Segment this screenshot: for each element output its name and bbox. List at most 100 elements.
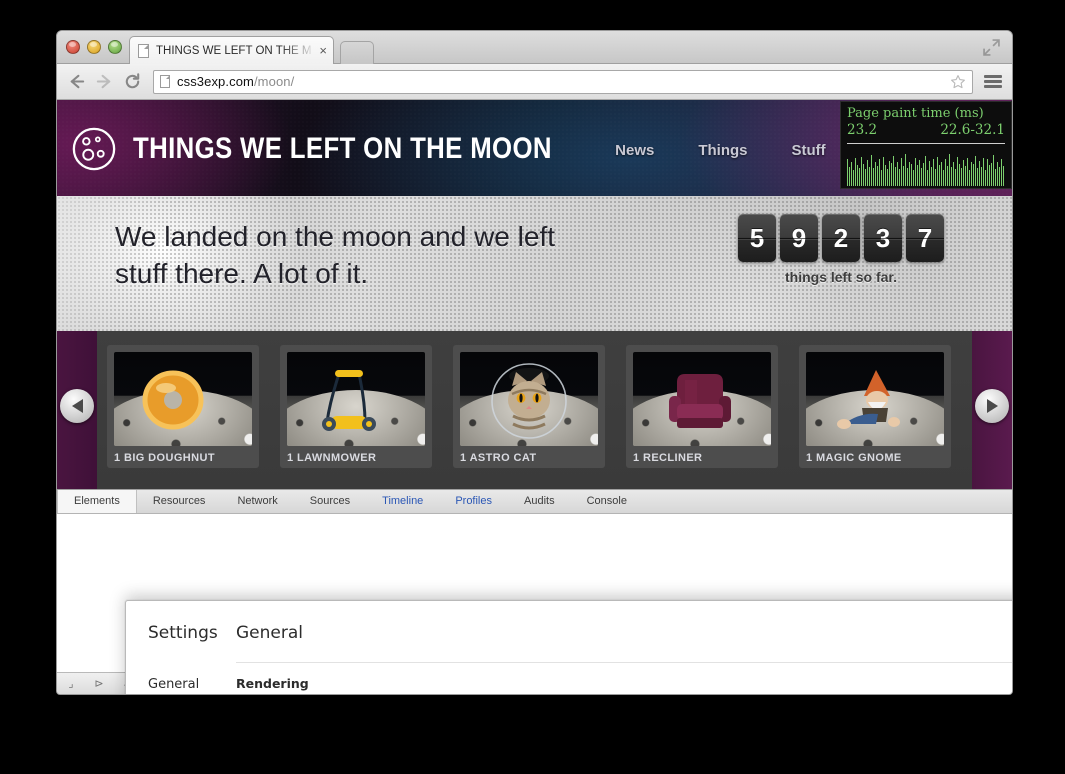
paint-bar	[939, 164, 940, 186]
paint-bar	[923, 162, 924, 186]
paint-bar	[993, 155, 994, 186]
settings-section-title: Rendering	[236, 676, 309, 691]
desktop-background: THINGS WE LEFT ON THE M × css3exp.com/mo…	[0, 0, 1065, 774]
nav-item-news[interactable]: News	[615, 142, 654, 159]
paint-bar	[907, 168, 908, 186]
paint-bar	[931, 166, 932, 186]
paint-bar	[857, 165, 858, 186]
devtools-tab-network[interactable]: Network	[221, 490, 293, 513]
paint-bar	[865, 169, 866, 186]
moon-logo-icon	[72, 127, 116, 171]
paint-bar	[877, 165, 878, 186]
paint-bar	[991, 162, 992, 186]
counter-digit-3: 3	[864, 214, 902, 262]
page-info-icon	[160, 75, 170, 88]
paint-bar	[955, 169, 956, 186]
paint-bar	[937, 156, 938, 186]
hero-section: We landed on the moon and we left stuff …	[57, 196, 1012, 331]
counter-digit-0: 5	[738, 214, 776, 262]
chevron-right-icon	[986, 399, 998, 413]
dock-toggle-icon[interactable]: ⌟	[57, 677, 85, 690]
paint-bar	[987, 159, 988, 186]
browser-menu-icon[interactable]	[984, 73, 1002, 91]
devtools-tab-audits[interactable]: Audits	[508, 490, 571, 513]
settings-title: Settings	[148, 623, 218, 643]
reload-icon[interactable]	[123, 72, 142, 91]
paint-bar	[941, 162, 942, 186]
item-card[interactable]: 1 BIG DOUGHNUT	[107, 345, 259, 468]
bookmark-star-icon[interactable]	[950, 74, 966, 90]
maximize-window-button[interactable]	[108, 40, 122, 54]
forward-icon[interactable]	[95, 72, 114, 91]
close-icon[interactable]: ×	[319, 43, 327, 58]
paint-bar	[943, 170, 944, 186]
devtools-tab-console[interactable]: Console	[571, 490, 643, 513]
item-card[interactable]: 1 ASTRO CAT	[453, 345, 605, 468]
item-label: 1 RECLINER	[633, 452, 703, 464]
paint-bar	[893, 156, 894, 186]
carousel-next-button[interactable]	[975, 389, 1009, 423]
paint-bar	[953, 161, 954, 186]
paint-bar	[985, 169, 986, 186]
paint-bar	[975, 156, 976, 186]
hero-headline: We landed on the moon and we left stuff …	[115, 221, 556, 289]
paint-bar	[873, 167, 874, 186]
site-brand[interactable]: THINGS WE LEFT ON THE MOON	[71, 126, 620, 172]
browser-tab-title: THINGS WE LEFT ON THE M	[156, 44, 312, 57]
item-thumbnail	[806, 352, 944, 446]
browser-tab-strip: THINGS WE LEFT ON THE M ×	[57, 31, 1012, 64]
paint-overlay-divider	[847, 143, 1005, 144]
item-thumbnail	[114, 352, 252, 446]
paint-bar	[861, 156, 862, 186]
counter-label: things left so far.	[784, 269, 897, 285]
paint-bar	[917, 165, 918, 186]
paint-bar	[999, 167, 1000, 186]
item-thumbnail	[460, 352, 598, 446]
paint-bar	[879, 159, 880, 186]
paint-bar	[915, 157, 916, 186]
settings-panel-title: General	[236, 623, 1012, 663]
devtools-tab-elements[interactable]: Elements	[57, 490, 137, 513]
devtools-tab-timeline[interactable]: Timeline	[366, 490, 439, 513]
console-toggle-icon[interactable]: ⊳	[85, 677, 113, 690]
nav-item-stuff[interactable]: Stuff	[792, 142, 826, 159]
paint-bar	[871, 154, 872, 186]
paint-range-value: 22.6-32.1	[940, 122, 1005, 138]
paint-bar	[997, 161, 998, 186]
paint-bar	[887, 168, 888, 186]
item-card[interactable]: 1 LAWNMOWER	[280, 345, 432, 468]
paint-bar	[849, 167, 850, 186]
devtools-tab-sources[interactable]: Sources	[294, 490, 366, 513]
nav-item-things[interactable]: Things	[698, 142, 747, 159]
address-bar[interactable]: css3exp.com/moon/	[153, 69, 973, 94]
paint-bar	[913, 170, 914, 186]
item-card[interactable]: 1 MAGIC GNOME	[799, 345, 951, 468]
counter-digit-1: 9	[780, 214, 818, 262]
site-title: THINGS WE LEFT ON THE MOON	[133, 132, 552, 165]
paint-bar	[889, 160, 890, 186]
new-tab-button[interactable]	[340, 41, 374, 64]
browser-tab[interactable]: THINGS WE LEFT ON THE M ×	[129, 36, 334, 64]
item-thumbnail	[287, 352, 425, 446]
minimize-window-button[interactable]	[87, 40, 101, 54]
settings-nav-general[interactable]: General	[148, 672, 236, 694]
devtools-tab-profiles[interactable]: Profiles	[439, 490, 508, 513]
paint-bar	[965, 166, 966, 186]
devtools-tab-resources[interactable]: Resources	[137, 490, 222, 513]
item-card[interactable]: 1 RECLINER	[626, 345, 778, 468]
paint-bar	[925, 155, 926, 186]
settings-content: General Rendering Show paint rectangles …	[236, 601, 1012, 694]
paint-bar	[895, 167, 896, 186]
close-window-button[interactable]	[66, 40, 80, 54]
paint-bar	[969, 170, 970, 186]
paint-bar	[1001, 158, 1002, 186]
carousel-prev-button[interactable]	[60, 389, 94, 423]
item-label: 1 ASTRO CAT	[460, 452, 537, 464]
paint-bar	[899, 169, 900, 186]
back-icon[interactable]	[67, 72, 86, 91]
window-controls	[66, 40, 122, 54]
paint-bar	[933, 158, 934, 186]
paint-bar	[883, 157, 884, 186]
paint-bar	[891, 163, 892, 186]
fullscreen-icon[interactable]	[983, 39, 1000, 56]
